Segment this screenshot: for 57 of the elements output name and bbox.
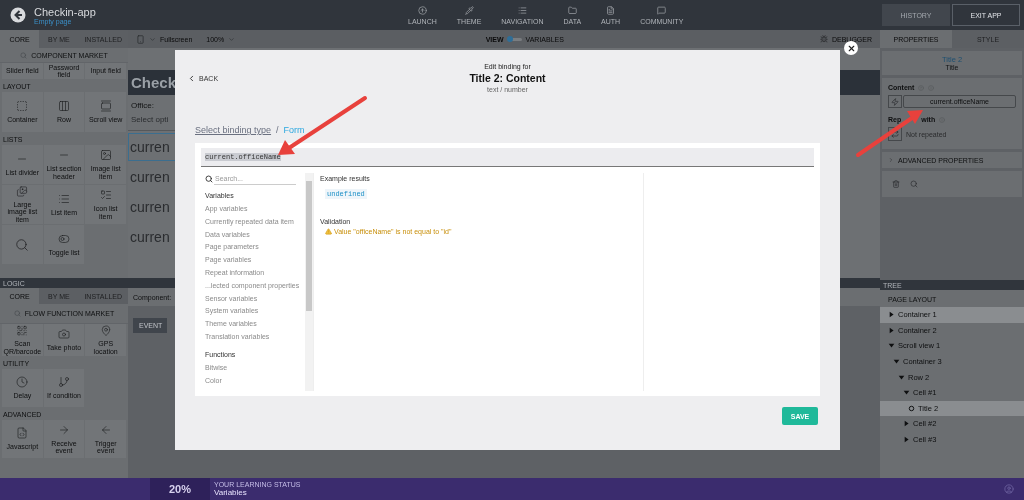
map-pin-icon — [99, 325, 112, 337]
repeat-icon — [891, 130, 899, 138]
pipette-icon — [464, 5, 474, 15]
chat-icon — [657, 5, 667, 15]
learning-percent: 20% — [150, 478, 210, 500]
arrow-right-icon — [58, 423, 70, 436]
image-icon — [99, 149, 112, 162]
search-icon[interactable] — [910, 180, 918, 188]
icon-list-icon — [99, 189, 112, 202]
scroll-view-icon — [99, 100, 112, 113]
user-icon[interactable] — [1004, 484, 1014, 494]
title-text[interactable]: curren — [128, 193, 176, 221]
phone-icon — [136, 34, 145, 44]
bug-icon — [819, 35, 828, 43]
code-file-icon — [16, 427, 29, 440]
dashed-square-icon — [16, 100, 29, 113]
logo-icon — [10, 7, 26, 23]
dot-icon — [908, 404, 915, 412]
close-icon — [846, 43, 856, 53]
scrollbar[interactable] — [305, 173, 313, 391]
search-icon — [15, 237, 30, 252]
arrow-left-icon — [99, 423, 112, 436]
field-label: Office: — [130, 100, 155, 112]
dialog-title: Title 2: Content — [469, 72, 546, 84]
columns-icon — [58, 100, 70, 113]
component-tile[interactable] — [2, 225, 43, 264]
title-text[interactable]: curren — [128, 163, 176, 191]
back-icon — [187, 73, 196, 83]
caret-right-icon — [888, 157, 894, 163]
trash-icon[interactable] — [892, 180, 900, 188]
folder-icon — [567, 5, 577, 15]
bolt-button[interactable] — [888, 95, 902, 108]
branch-icon — [58, 376, 70, 389]
view-toggle[interactable] — [507, 37, 522, 41]
caret-icon — [228, 35, 236, 43]
document-icon — [606, 5, 616, 15]
search-icon — [20, 51, 28, 59]
app-title: Checkin-app — [34, 5, 96, 18]
list-icon — [517, 5, 527, 15]
clock-icon — [16, 376, 29, 389]
title-text[interactable]: curren — [128, 223, 176, 251]
search-icon — [13, 310, 21, 317]
header-title: Check — [131, 74, 177, 91]
search-icon — [205, 175, 213, 183]
breadcrumb-link[interactable]: Select binding type — [195, 125, 272, 135]
images-icon — [16, 186, 29, 197]
toggle-icon — [58, 232, 70, 245]
qr-code-icon — [16, 325, 29, 337]
list-icon — [58, 192, 70, 205]
camera-icon — [58, 328, 70, 341]
bolt-icon — [891, 97, 899, 106]
learning-topic: Variables — [214, 488, 248, 497]
breadcrumb-separator: / — [276, 125, 279, 135]
warning-icon — [325, 228, 332, 235]
close-button[interactable] — [844, 41, 858, 55]
breadcrumb-link[interactable]: Form — [283, 125, 305, 135]
caret-icon — [149, 35, 156, 43]
